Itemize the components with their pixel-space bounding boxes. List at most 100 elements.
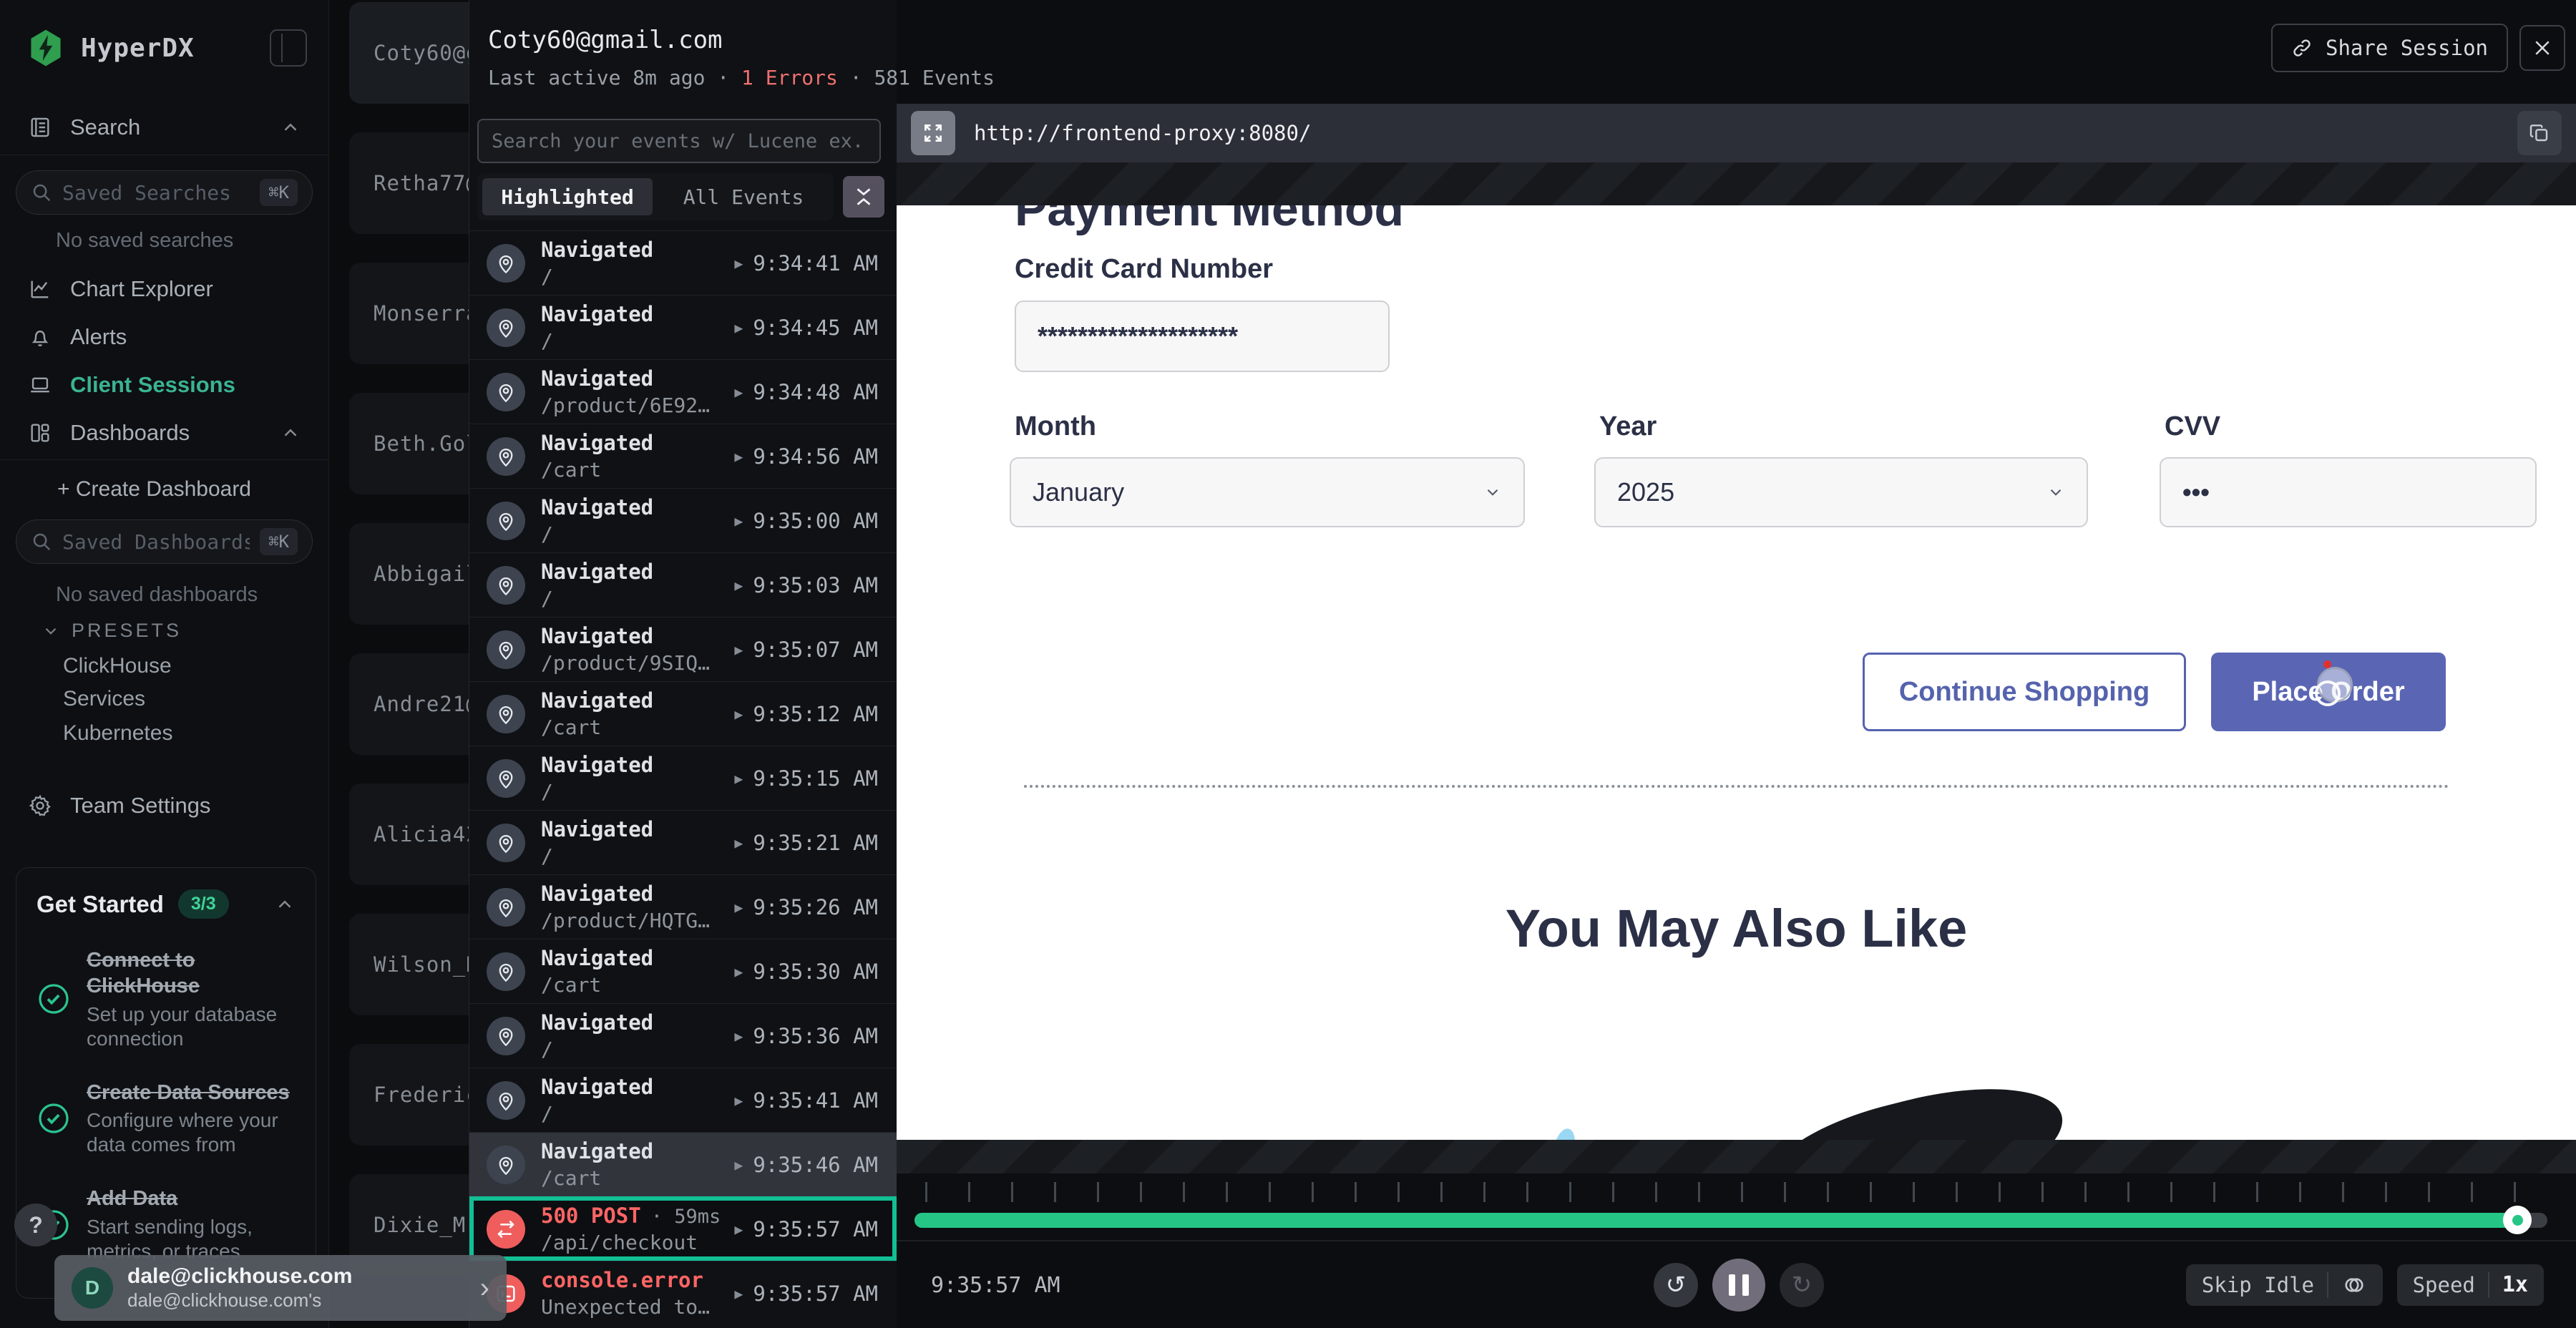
preset-clickhouse[interactable]: ClickHouse <box>63 654 172 678</box>
cvv-input[interactable]: ••• <box>2160 457 2537 527</box>
fullscreen-button[interactable] <box>911 111 955 155</box>
event-row[interactable]: Navigated/product/6E92ZMYYFZ▶9:34:48 AM <box>469 359 897 424</box>
sidebar-item-search[interactable]: Search <box>0 109 328 146</box>
get-started-item[interactable]: Create Data Sources Configure where your… <box>36 1080 296 1158</box>
play-from-here-icon[interactable]: ▶ <box>734 1092 743 1109</box>
get-started-header[interactable]: Get Started 3/3 <box>36 889 296 919</box>
play-from-here-icon[interactable]: ▶ <box>734 1156 743 1173</box>
play-from-here-icon[interactable]: ▶ <box>734 834 743 851</box>
get-started-item-title: Create Data Sources <box>87 1080 296 1105</box>
presets-toggle[interactable]: PRESETS <box>42 620 182 642</box>
event-row[interactable]: Navigated/▶9:35:41 AM <box>469 1068 897 1132</box>
close-button[interactable] <box>2519 25 2565 71</box>
sidebar-item-alerts[interactable]: Alerts <box>0 318 328 356</box>
event-row[interactable]: Navigated/▶9:35:21 AM <box>469 810 897 874</box>
event-title: Navigated <box>541 817 718 841</box>
play-from-here-icon[interactable]: ▶ <box>734 1285 743 1302</box>
event-title: Navigated <box>541 431 718 455</box>
event-row[interactable]: Navigated/▶9:35:15 AM <box>469 746 897 810</box>
navigation-pin-icon <box>487 502 525 540</box>
logo-row: HyperDX <box>25 24 307 72</box>
event-row[interactable]: 500 POST· 59ms/api/checkout▶9:35:57 AM <box>469 1196 897 1261</box>
preset-kubernetes[interactable]: Kubernetes <box>63 721 172 746</box>
play-from-here-icon[interactable]: ▶ <box>734 255 743 272</box>
saved-dashboards-input[interactable] <box>62 530 250 554</box>
event-row[interactable]: console.errorUnexpected token 'I'…▶9:35:… <box>469 1261 897 1325</box>
session-drawer: Coty60@gmail.com Last active 8m ago · 1 … <box>469 0 897 1328</box>
year-select[interactable]: 2025 <box>1594 457 2088 527</box>
pause-button[interactable] <box>1712 1259 1765 1312</box>
session-user-email: Retha77@ <box>374 171 469 195</box>
preset-services[interactable]: Services <box>63 687 145 711</box>
play-from-here-icon[interactable]: ▶ <box>734 641 743 658</box>
get-started-item[interactable]: Connect to ClickHouse Set up your databa… <box>36 947 296 1051</box>
help-button[interactable]: ? <box>14 1204 57 1246</box>
session-list-item[interactable]: Frederic <box>349 1044 469 1146</box>
session-list-item[interactable]: Beth.Gol <box>349 393 469 494</box>
sidebar-item-client-sessions[interactable]: Client Sessions <box>0 366 328 404</box>
event-row[interactable]: Navigated/cart▶9:34:56 AM <box>469 424 897 488</box>
session-list-item[interactable]: Alicia42 <box>349 783 469 885</box>
session-list-item[interactable]: Andre21@ <box>349 653 469 755</box>
sidebar-item-dashboards[interactable]: Dashboards <box>0 414 328 451</box>
timeline-scrubber[interactable] <box>914 1213 2547 1228</box>
collapse-events-button[interactable] <box>843 176 884 218</box>
timeline-ticks <box>925 1182 2555 1202</box>
play-from-here-icon[interactable]: ▶ <box>734 770 743 787</box>
saved-dashboards-search[interactable]: ⌘K <box>16 519 313 564</box>
event-row[interactable]: Navigated/product/HQTGWGPNH4▶9:35:26 AM <box>469 874 897 939</box>
play-from-here-icon[interactable]: ▶ <box>734 577 743 594</box>
cc-number-input[interactable]: ******************** <box>1015 301 1390 372</box>
speed-button[interactable]: Speed 1x <box>2397 1264 2544 1306</box>
session-list-item[interactable]: Retha77@ <box>349 132 469 234</box>
event-search[interactable] <box>477 119 881 163</box>
copy-url-button[interactable] <box>2517 111 2562 155</box>
event-search-input[interactable] <box>492 130 867 152</box>
forward-button[interactable]: ↻ <box>1780 1263 1824 1307</box>
skip-idle-toggle[interactable]: Skip Idle <box>2186 1264 2383 1306</box>
playhead-handle[interactable] <box>2503 1206 2532 1234</box>
month-label: Month <box>1015 411 1096 442</box>
event-row[interactable]: Navigated/▶9:35:03 AM <box>469 552 897 617</box>
play-from-here-icon[interactable]: ▶ <box>734 706 743 723</box>
event-row[interactable]: Navigated/▶9:35:00 AM <box>469 488 897 552</box>
event-detail: / <box>541 844 718 868</box>
navigation-pin-icon <box>487 824 525 862</box>
event-timestamp: ▶9:35:26 AM <box>734 895 878 919</box>
play-from-here-icon[interactable]: ▶ <box>734 512 743 529</box>
user-menu[interactable]: D dale@clickhouse.com dale@clickhouse.co… <box>54 1255 507 1321</box>
play-from-here-icon[interactable]: ▶ <box>734 448 743 465</box>
session-list-item[interactable]: Coty60@g <box>349 2 469 104</box>
sidebar-item-team-settings[interactable]: Team Settings <box>0 787 328 824</box>
month-select[interactable]: January <box>1010 457 1525 527</box>
saved-searches-input[interactable] <box>62 181 250 205</box>
tab-all-events[interactable]: All Events <box>658 178 829 215</box>
get-started-item[interactable]: Add Data Start sending logs, metrics, or… <box>36 1186 296 1264</box>
event-row[interactable]: Navigated/▶9:34:45 AM <box>469 295 897 359</box>
event-timestamp: ▶9:34:45 AM <box>734 316 878 340</box>
replayed-webpage: Payment Method Credit Card Number ******… <box>897 205 2576 1140</box>
play-from-here-icon[interactable]: ▶ <box>734 319 743 336</box>
saved-searches-search[interactable]: ⌘K <box>16 170 313 215</box>
session-list-item[interactable]: Monserra <box>349 263 469 364</box>
event-row[interactable]: Navigated/▶9:35:36 AM <box>469 1003 897 1068</box>
continue-shopping-button[interactable]: Continue Shopping <box>1863 653 2186 731</box>
session-list-item[interactable]: Abbigail <box>349 523 469 625</box>
event-row[interactable]: Navigated/cart▶9:35:12 AM <box>469 681 897 746</box>
session-list-item[interactable]: Wilson_H <box>349 914 469 1015</box>
play-from-here-icon[interactable]: ▶ <box>734 899 743 916</box>
sidebar-item-chart-explorer[interactable]: Chart Explorer <box>0 270 328 308</box>
create-dashboard-button[interactable]: + Create Dashboard <box>0 471 328 508</box>
rewind-button[interactable]: ↺ <box>1654 1263 1698 1307</box>
sidebar-collapse-icon[interactable] <box>270 29 307 67</box>
event-row[interactable]: Navigated/▶9:34:41 AM <box>469 230 897 295</box>
share-session-button[interactable]: Share Session <box>2271 24 2508 72</box>
play-from-here-icon[interactable]: ▶ <box>734 1221 743 1238</box>
event-row[interactable]: Navigated/cart▶9:35:30 AM <box>469 939 897 1003</box>
play-from-here-icon[interactable]: ▶ <box>734 384 743 401</box>
event-row[interactable]: Navigated/product/9SIQT8TOJO▶9:35:07 AM <box>469 617 897 681</box>
event-row[interactable]: Navigated/cart▶9:35:46 AM <box>469 1132 897 1196</box>
tab-highlighted[interactable]: Highlighted <box>482 178 653 215</box>
play-from-here-icon[interactable]: ▶ <box>734 1027 743 1045</box>
play-from-here-icon[interactable]: ▶ <box>734 963 743 980</box>
